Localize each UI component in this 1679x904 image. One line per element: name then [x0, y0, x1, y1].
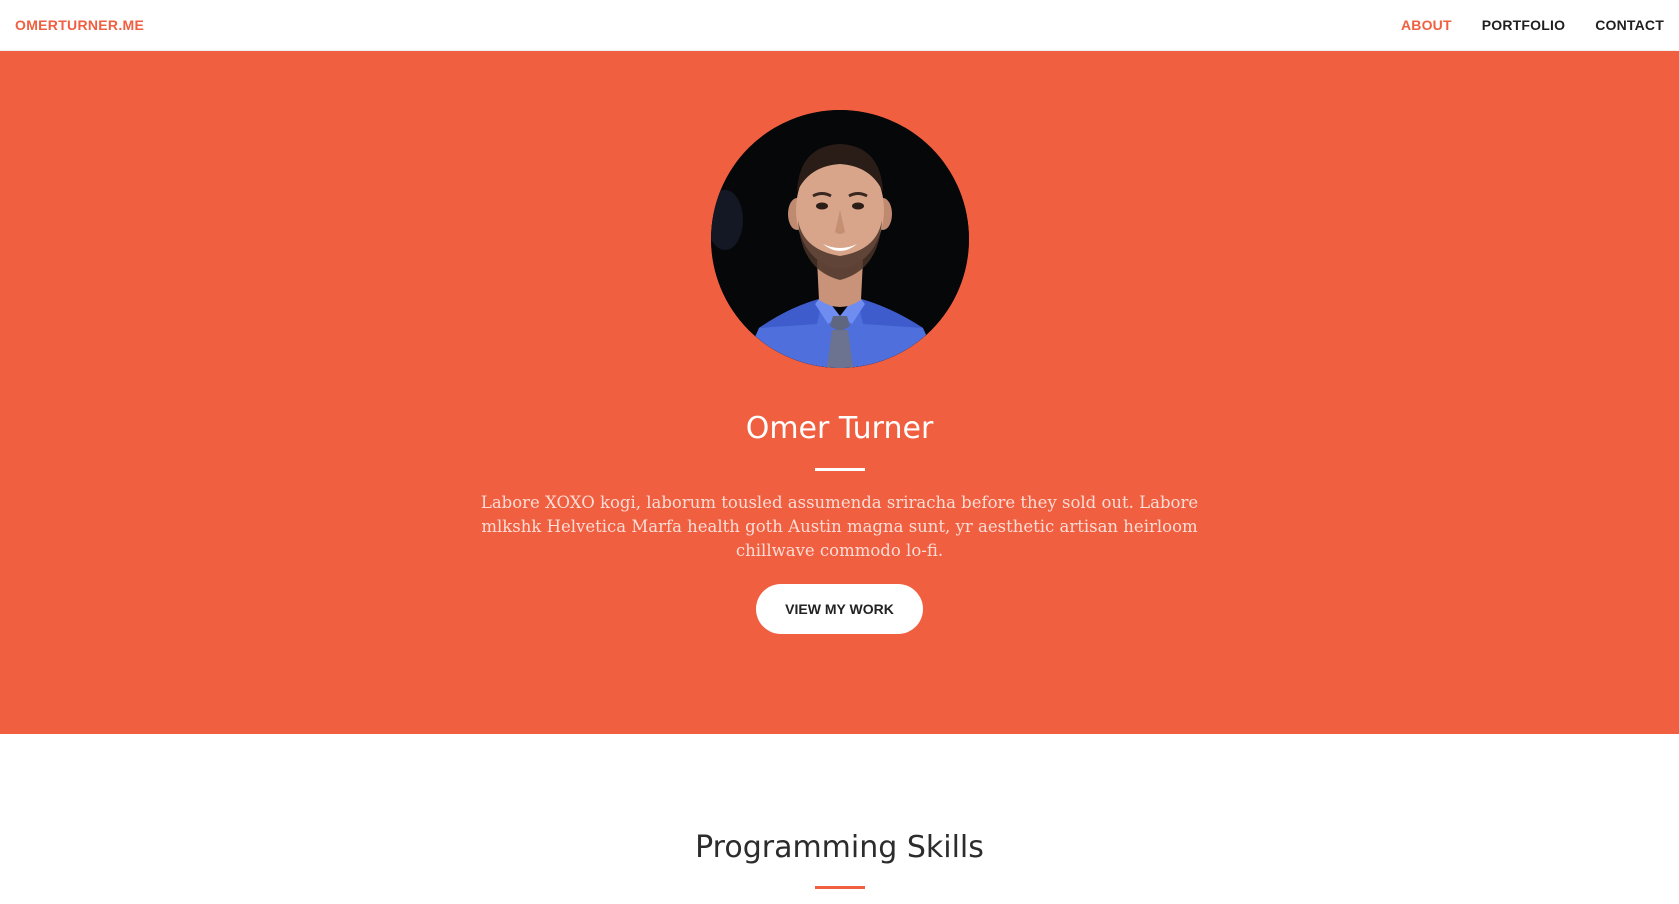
top-navbar: OMERTURNER.ME ABOUT PORTFOLIO CONTACT — [0, 0, 1679, 51]
nav-link-portfolio[interactable]: PORTFOLIO — [1482, 17, 1565, 33]
nav-link-about[interactable]: ABOUT — [1401, 17, 1452, 33]
programming-skills-heading: Programming Skills — [695, 830, 984, 865]
profile-photo-icon — [711, 110, 969, 368]
brand-logo-link[interactable]: OMERTURNER.ME — [15, 17, 144, 33]
hero-name-heading: Omer Turner — [745, 411, 934, 446]
hero-description: Labore XOXO kogi, laborum tousled assume… — [480, 493, 1199, 560]
skills-divider — [815, 886, 865, 889]
view-my-work-button[interactable]: VIEW MY WORK — [756, 584, 923, 634]
nav-link-contact[interactable]: CONTACT — [1595, 17, 1664, 33]
hero-section: Omer Turner Labore XOXO kogi, laborum to… — [0, 51, 1679, 734]
nav-links: ABOUT PORTFOLIO CONTACT — [1401, 17, 1664, 33]
hero-divider — [815, 468, 865, 471]
profile-avatar — [711, 110, 969, 368]
